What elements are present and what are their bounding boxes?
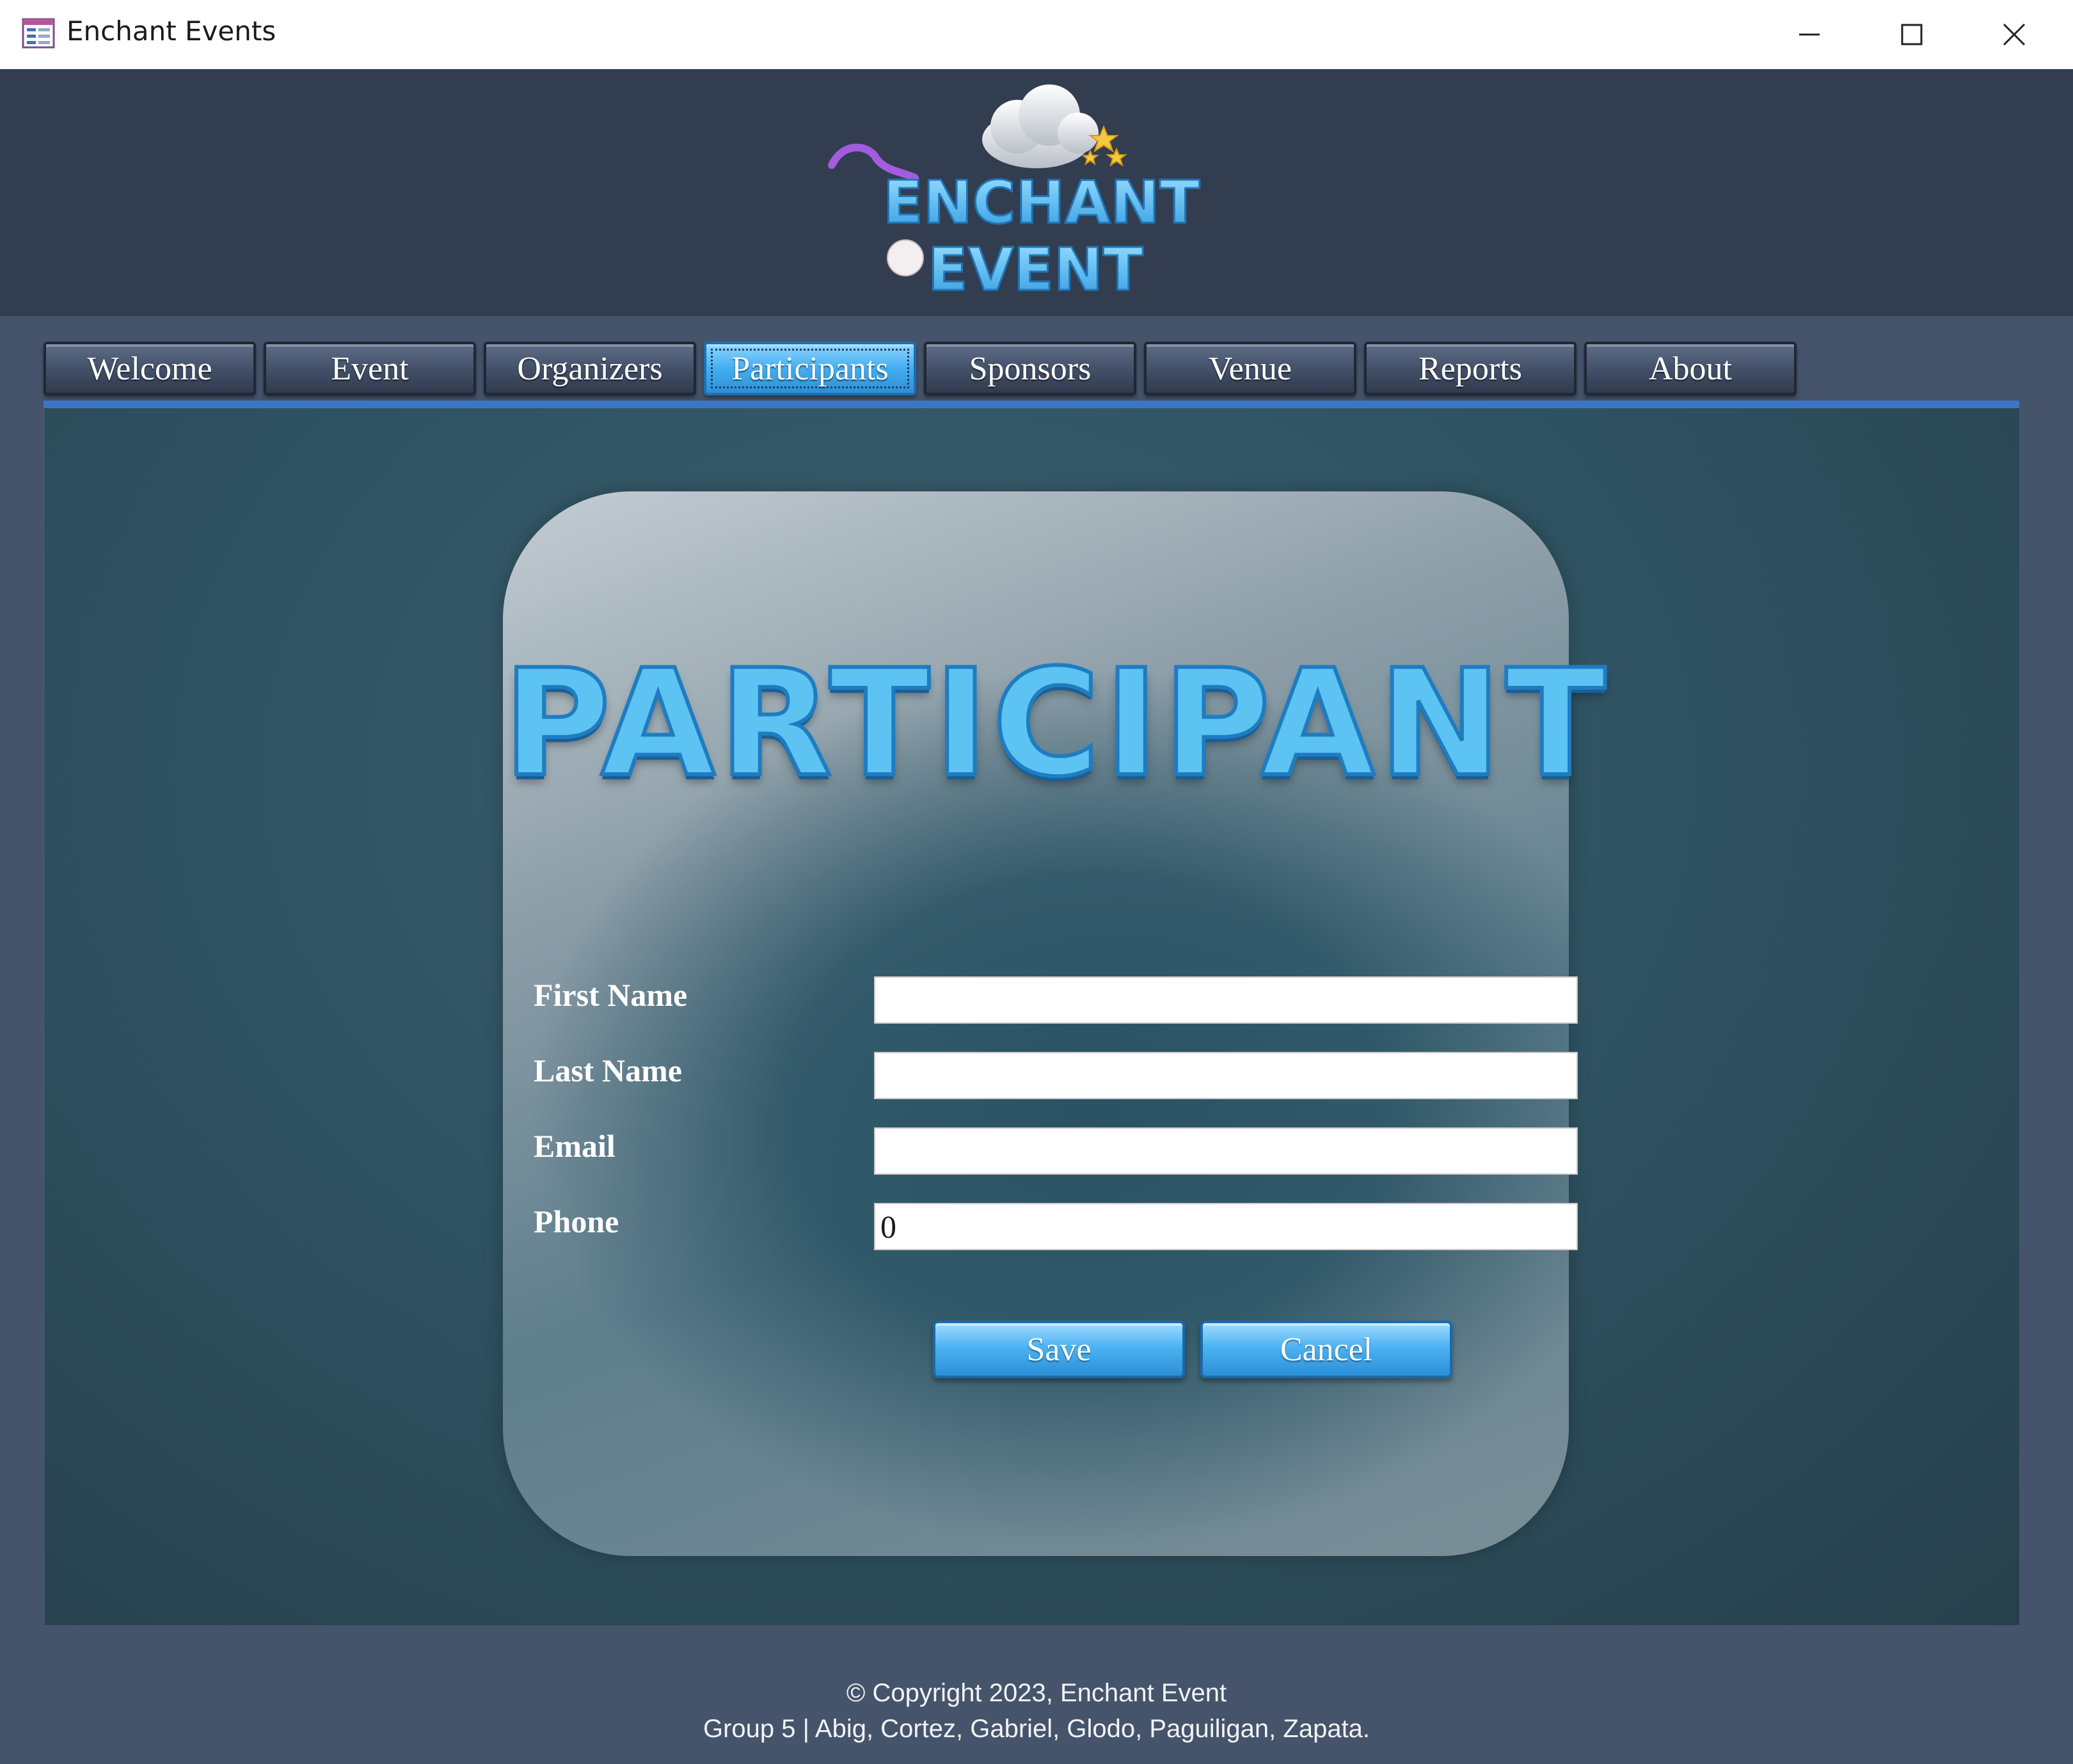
last-name-label: Last Name — [534, 1053, 682, 1088]
last-name-input[interactable] — [874, 1052, 1578, 1099]
email-input[interactable] — [874, 1127, 1578, 1175]
minimize-icon — [1799, 33, 1820, 36]
tab-event[interactable]: Event — [264, 342, 476, 395]
form-title: PARTICIPANT — [501, 637, 1610, 811]
participant-form-card: PARTICIPANT First Name Last Name Email P… — [501, 491, 1610, 1556]
tab-bar: Welcome Event Organizers Participants Sp… — [44, 342, 1804, 398]
close-icon — [2003, 23, 2026, 46]
content-panel: PARTICIPANT First Name Last Name Email P… — [45, 408, 2019, 1625]
footer-credits: Group 5 | Abig, Cortez, Gabriel, Glodo, … — [703, 1715, 1370, 1743]
bunny-icon — [887, 239, 924, 276]
phone-label: Phone — [534, 1204, 619, 1239]
logo-line1: ENCHANT — [883, 168, 1200, 237]
logo-line2: EVENT — [928, 235, 1143, 304]
window-title: Enchant Events — [67, 15, 276, 47]
phone-input[interactable] — [874, 1203, 1578, 1250]
tab-organizers[interactable]: Organizers — [484, 342, 696, 395]
enchant-event-logo: ENCHANT EVENT — [828, 84, 1201, 305]
tab-welcome[interactable]: Welcome — [44, 342, 256, 395]
tab-participants[interactable]: Participants — [704, 342, 916, 395]
cloud-icon — [982, 84, 1099, 168]
minimize-button[interactable] — [1758, 0, 1861, 69]
tab-reports[interactable]: Reports — [1364, 342, 1577, 395]
maximize-button[interactable] — [1861, 0, 1963, 69]
first-name-label: First Name — [534, 977, 688, 1013]
first-name-input[interactable] — [874, 976, 1578, 1024]
tab-sponsors[interactable]: Sponsors — [924, 342, 1136, 395]
email-label: Email — [534, 1128, 616, 1164]
cancel-button[interactable]: Cancel — [1200, 1321, 1452, 1378]
tab-venue[interactable]: Venue — [1144, 342, 1356, 395]
window-titlebar: Enchant Events — [0, 0, 2073, 70]
save-button[interactable]: Save — [933, 1321, 1185, 1378]
tab-about[interactable]: About — [1584, 342, 1797, 395]
tab-underline — [44, 401, 2019, 408]
footer-copyright: © Copyright 2023, Enchant Event — [846, 1679, 1227, 1707]
form-app-icon — [22, 18, 55, 49]
close-button[interactable] — [1963, 0, 2065, 69]
maximize-icon — [1901, 24, 1923, 45]
